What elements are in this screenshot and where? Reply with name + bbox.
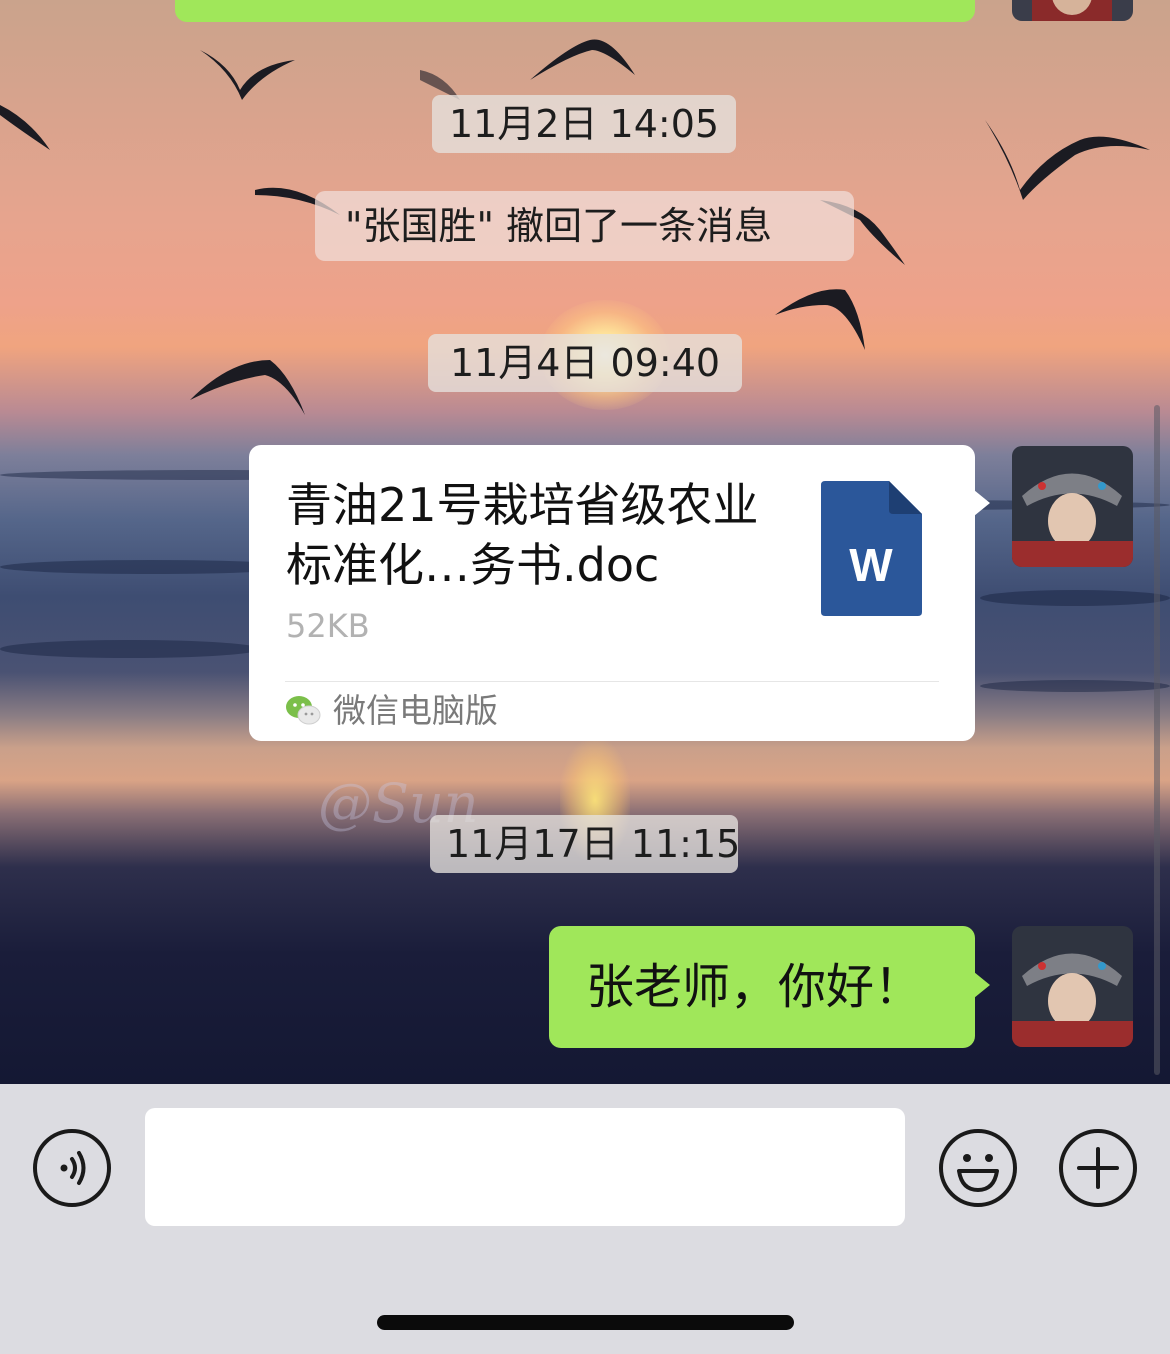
bird-silhouette: [775, 289, 865, 350]
file-size: 52KB: [286, 607, 370, 645]
message-input[interactable]: [145, 1108, 905, 1226]
file-message-card[interactable]: 青油21号栽培省级农业标准化…务书.doc 52KB W 微信电脑版: [249, 445, 990, 741]
background-wave: [980, 590, 1170, 606]
card-source-label: 微信电脑版: [333, 691, 498, 730]
background-wave: [0, 640, 260, 658]
scrollbar[interactable]: [1154, 405, 1160, 1075]
voice-icon[interactable]: [32, 1128, 112, 1208]
wechat-icon: [286, 696, 321, 725]
message-timestamp: 11月2日 14:05: [432, 95, 736, 153]
word-icon-letter: W: [849, 539, 893, 591]
system-recall-notice: "张国胜" 撤回了一条消息: [315, 191, 854, 261]
chat-area[interactable]: @Sun 11月2日 14:05 "张国胜" 撤回了一条消息 11月4日 09:…: [0, 0, 1170, 1084]
previous-message-bubble[interactable]: [175, 0, 975, 22]
message-timestamp: 11月4日 09:40: [428, 334, 742, 392]
bird-silhouette: [200, 50, 295, 100]
message-text: 张老师，你好！: [586, 959, 923, 1015]
word-document-icon: W: [821, 481, 922, 616]
text-message-bubble[interactable]: 张老师，你好！: [549, 926, 990, 1048]
message-timestamp: 11月17日 11:15: [430, 815, 740, 873]
bird-silhouette: [190, 360, 305, 415]
bird-silhouette: [0, 105, 50, 150]
home-indicator[interactable]: [377, 1315, 794, 1330]
avatar[interactable]: [1012, 0, 1133, 21]
input-bar: [0, 1084, 1170, 1354]
card-divider: [285, 681, 939, 682]
plus-icon[interactable]: [1058, 1128, 1138, 1208]
bird-silhouette: [985, 120, 1150, 200]
avatar[interactable]: [1012, 446, 1133, 567]
file-name: 青油21号栽培省级农业标准化…务书.doc: [286, 478, 759, 592]
emoji-icon[interactable]: [938, 1128, 1018, 1208]
background-wave: [980, 680, 1170, 692]
card-source: 微信电脑版: [285, 689, 498, 733]
bird-silhouette: [530, 39, 635, 80]
avatar[interactable]: [1012, 926, 1133, 1047]
